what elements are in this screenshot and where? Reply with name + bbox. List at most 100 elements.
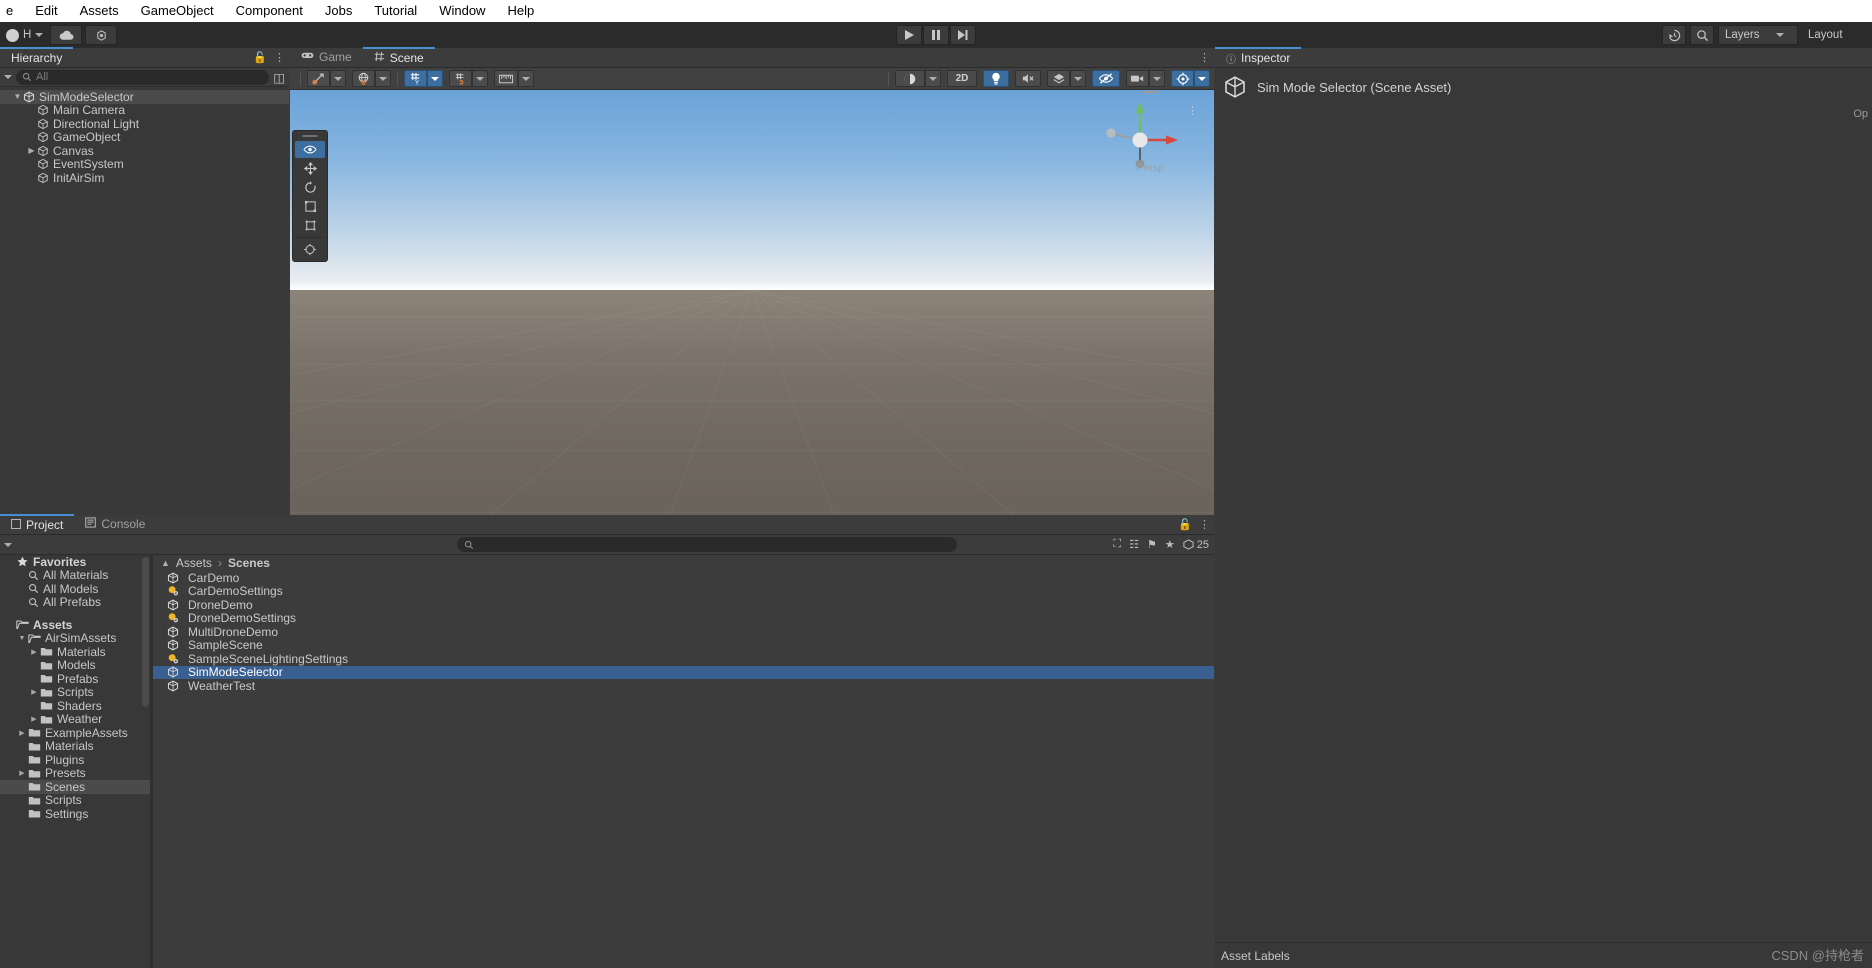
rect-transform-tool-button[interactable] — [295, 217, 325, 234]
tab-inspector[interactable]: ⓘ Inspector — [1215, 47, 1302, 67]
hierarchy-item-simmodeselector[interactable]: ▼ SimModeSelector — [0, 90, 289, 104]
effects-dropdown[interactable] — [1070, 70, 1086, 87]
hierarchy-search-input[interactable]: All — [16, 69, 270, 85]
history-button[interactable] — [1662, 25, 1686, 45]
asset-item-simmodeselector[interactable]: SimModeSelector — [153, 665, 1214, 679]
project-tree-item-favorites[interactable]: Favorites — [0, 555, 150, 569]
asset-item-multidronedemo[interactable]: MultiDroneDemo — [153, 625, 1214, 639]
ruler-button[interactable] — [494, 70, 518, 87]
create-dropdown-icon[interactable] — [4, 542, 12, 547]
layers-dropdown[interactable]: Layers — [1718, 25, 1798, 45]
project-tree-item-airsimassets[interactable]: ▼ AirSimAssets — [0, 631, 150, 645]
chevron-right-icon[interactable]: ▶ — [26, 146, 37, 155]
lighting-toggle[interactable] — [983, 70, 1009, 87]
kebab-menu-icon[interactable]: ⋮ — [274, 51, 285, 64]
pivot-button[interactable] — [307, 70, 330, 87]
asset-item-cardemosettings[interactable]: CarDemoSettings — [153, 584, 1214, 598]
chevron-right-icon[interactable]: ▶ — [28, 688, 40, 696]
gizmos-dropdown[interactable] — [1194, 70, 1210, 87]
project-tree-item-models[interactable]: Models — [0, 658, 150, 672]
pause-button[interactable] — [923, 25, 949, 45]
project-tree-item-shaders[interactable]: Shaders — [0, 699, 150, 713]
project-tree-item-presets[interactable]: ▶ Presets — [0, 766, 150, 780]
chevron-right-icon[interactable]: ▶ — [16, 769, 28, 777]
menu-item-component[interactable]: Component — [225, 1, 314, 21]
global-handle-button[interactable] — [352, 70, 375, 87]
project-tree-item-settings[interactable]: Settings — [0, 807, 150, 821]
kebab-menu-icon[interactable]: ⋮ — [1199, 518, 1210, 531]
kebab-menu-icon[interactable]: ⋮ — [1199, 51, 1210, 64]
search-button[interactable] — [1690, 25, 1714, 45]
menu-item-e[interactable]: e — [2, 1, 24, 21]
grid-dropdown[interactable] — [427, 70, 443, 87]
hierarchy-item-gameobject[interactable]: GameObject — [0, 130, 289, 144]
menu-item-assets[interactable]: Assets — [69, 1, 130, 21]
project-tree-item-materials[interactable]: Materials — [0, 739, 150, 753]
step-button[interactable] — [950, 25, 976, 45]
create-dropdown-icon[interactable] — [4, 75, 12, 79]
grid-axis-button[interactable]: Y — [404, 70, 427, 87]
menu-item-help[interactable]: Help — [496, 1, 545, 21]
palette-drag-handle[interactable] — [302, 135, 318, 137]
save-search-icon[interactable]: ⛶ — [1113, 538, 1121, 551]
mode-2d-button[interactable]: 2D — [947, 70, 977, 87]
hierarchy-item-eventsystem[interactable]: EventSystem — [0, 157, 289, 171]
effects-button[interactable] — [1047, 70, 1070, 87]
hierarchy-sort-icon[interactable]: ◫ — [273, 70, 285, 85]
pivot-dropdown[interactable] — [330, 70, 346, 87]
camera-dropdown[interactable] — [1149, 70, 1165, 87]
gizmo-drag-handle[interactable] — [1142, 91, 1158, 93]
breadcrumb-item-scenes[interactable]: Scenes — [228, 556, 270, 570]
menu-item-jobs[interactable]: Jobs — [314, 1, 363, 21]
project-tree-item-exampleassets[interactable]: ▶ ExampleAssets — [0, 726, 150, 740]
view-hand-tool-button[interactable] — [295, 141, 325, 158]
project-tree-item-all-materials[interactable]: All Materials — [0, 568, 150, 582]
gizmo-projection-label[interactable]: Persp — [1137, 162, 1164, 174]
asset-item-dronedemosettings[interactable]: DroneDemoSettings — [153, 611, 1214, 625]
project-tree-item-scripts[interactable]: Scripts — [0, 793, 150, 807]
hierarchy-item-directional-light[interactable]: Directional Light — [0, 117, 289, 131]
project-tree-item-scripts[interactable]: ▶ Scripts — [0, 685, 150, 699]
asset-list[interactable]: CarDemo CarDemoSettings DroneDemo DroneDemo… — [153, 571, 1214, 693]
project-tree-item-weather[interactable]: ▶ Weather — [0, 712, 150, 726]
project-tree-item-scenes[interactable]: Scenes — [0, 780, 150, 794]
chevron-right-icon[interactable]: ▶ — [28, 715, 40, 723]
chevron-right-icon[interactable]: ▶ — [28, 648, 40, 656]
inspector-open-button[interactable]: Op — [1853, 108, 1868, 120]
hierarchy-item-initairsim[interactable]: InitAirSim — [0, 171, 289, 185]
scale-tool-button[interactable] — [295, 198, 325, 215]
project-folder-tree[interactable]: Favorites All Materials All Models All Pref… — [0, 555, 150, 968]
project-tree-item-all-models[interactable]: All Models — [0, 582, 150, 596]
favorite-icon[interactable]: ★ — [1165, 538, 1175, 551]
menu-item-edit[interactable]: Edit — [24, 1, 68, 21]
breadcrumb-item-assets[interactable]: Assets — [176, 556, 212, 570]
camera-button[interactable] — [1126, 70, 1149, 87]
project-tree-item-all-prefabs[interactable]: All Prefabs — [0, 595, 150, 609]
project-asset-list[interactable]: ▲ Assets › Scenes CarDemo CarDemoSettings… — [153, 555, 1214, 968]
collab-button[interactable] — [85, 25, 118, 45]
rotate-tool-button[interactable] — [295, 179, 325, 196]
project-tree-item-materials[interactable]: ▶ Materials — [0, 645, 150, 659]
project-tree-item-prefabs[interactable]: Prefabs — [0, 672, 150, 686]
gizmos-button[interactable] — [1171, 70, 1194, 87]
move-tool-button[interactable] — [295, 160, 325, 177]
audio-toggle[interactable] — [1015, 70, 1041, 87]
asset-item-cardemo[interactable]: CarDemo — [153, 571, 1214, 585]
chevron-down-icon[interactable]: ▼ — [16, 635, 28, 642]
tab-hierarchy[interactable]: Hierarchy — [0, 47, 74, 67]
scroll-up-icon[interactable]: ▲ — [161, 558, 170, 568]
shading-mode-button[interactable] — [895, 70, 925, 87]
cloud-button[interactable] — [50, 25, 83, 45]
tab-scene[interactable]: Scene — [362, 47, 435, 67]
filter-label-icon[interactable]: ⚑ — [1147, 538, 1157, 551]
gizmo-menu-icon[interactable]: ⋮ — [1187, 104, 1198, 117]
project-tree-scrollbar[interactable] — [142, 557, 149, 707]
scene-viewport[interactable]: ⋮ Persp — [290, 90, 1214, 515]
tab-project[interactable]: Project — [0, 514, 75, 534]
asset-item-samplescene[interactable]: SampleScene — [153, 638, 1214, 652]
project-tree-item-assets[interactable]: Assets — [0, 618, 150, 632]
hierarchy-item-main-camera[interactable]: Main Camera — [0, 103, 289, 117]
asset-item-dronedemo[interactable]: DroneDemo — [153, 598, 1214, 612]
hierarchy-tree[interactable]: ▼ SimModeSelector Main Camera Directional L… — [0, 87, 289, 185]
asset-item-samplescenelightingsettings[interactable]: SampleSceneLightingSettings — [153, 652, 1214, 666]
